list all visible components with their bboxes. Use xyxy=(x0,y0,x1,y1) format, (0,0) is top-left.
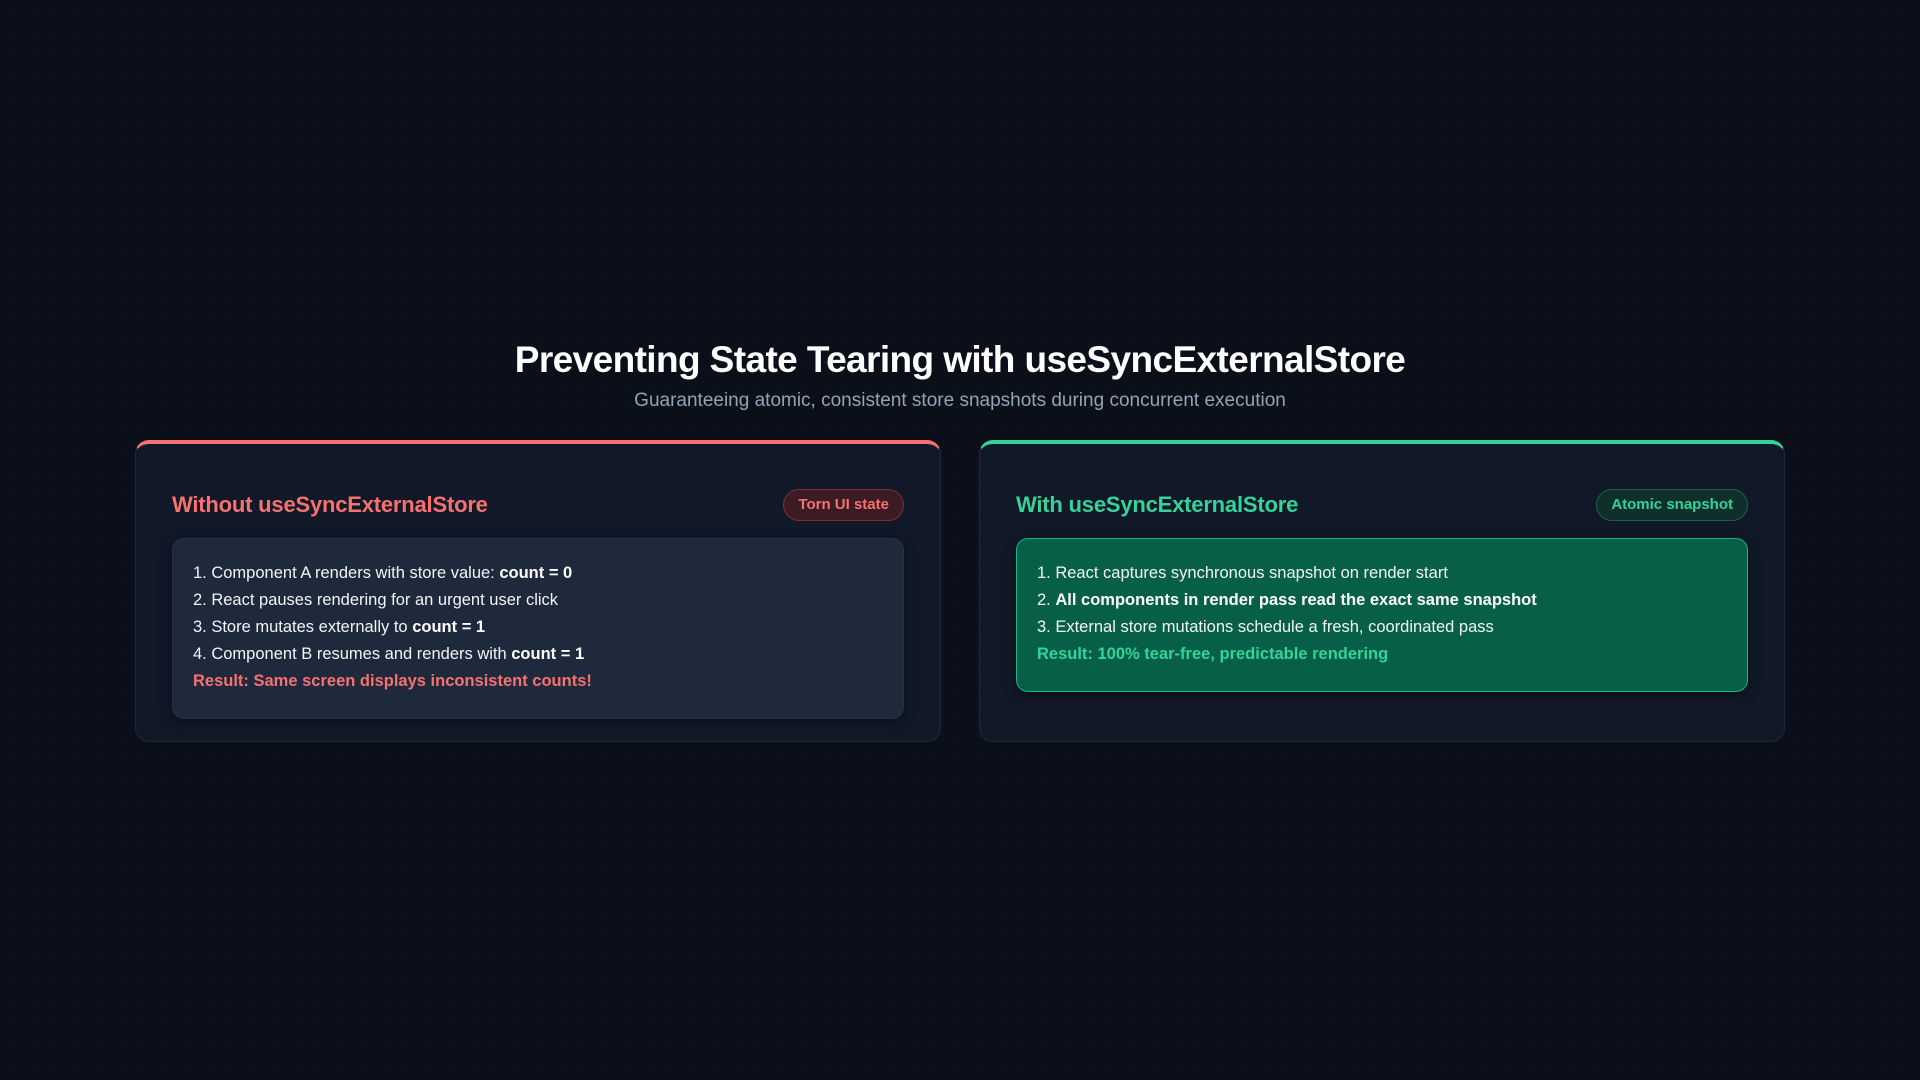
page-title: Preventing State Tearing with useSyncExt… xyxy=(514,339,1406,380)
with-steps-panel: 1. React captures synchronous snapshot o… xyxy=(1016,538,1748,692)
torn-state-badge: Torn UI state xyxy=(783,489,904,521)
without-result: Result: Same screen displays inconsisten… xyxy=(193,672,592,690)
comparison-cards: Without useSyncExternalStore Torn UI sta… xyxy=(135,440,1785,742)
without-step-4: 4. Component B resumes and renders with … xyxy=(193,645,585,663)
with-step-2: 2. All components in render pass read th… xyxy=(1037,591,1537,609)
without-step-2: 2. React pauses rendering for an urgent … xyxy=(193,591,559,609)
with-step-1: 1. React captures synchronous snapshot o… xyxy=(1037,564,1448,582)
atomic-snapshot-badge: Atomic snapshot xyxy=(1596,489,1748,521)
with-card-header: With useSyncExternalStore Atomic snapsho… xyxy=(1016,488,1748,522)
with-card: With useSyncExternalStore Atomic snapsho… xyxy=(979,440,1785,742)
with-step-3: 3. External store mutations schedule a f… xyxy=(1037,618,1494,636)
without-card-title: Without useSyncExternalStore xyxy=(172,492,488,517)
without-steps-panel: 1. Component A renders with store value:… xyxy=(172,538,904,719)
with-card-title: With useSyncExternalStore xyxy=(1016,492,1299,517)
without-step-3: 3. Store mutates externally to count = 1 xyxy=(193,618,486,636)
with-result: Result: 100% tear-free, predictable rend… xyxy=(1037,645,1389,663)
page-subtitle: Guaranteeing atomic, consistent store sn… xyxy=(634,390,1286,411)
without-step-1: 1. Component A renders with store value:… xyxy=(193,564,573,582)
page-header: Preventing State Tearing with useSyncExt… xyxy=(0,336,1920,414)
without-card: Without useSyncExternalStore Torn UI sta… xyxy=(135,440,941,742)
without-card-header: Without useSyncExternalStore Torn UI sta… xyxy=(172,488,904,522)
